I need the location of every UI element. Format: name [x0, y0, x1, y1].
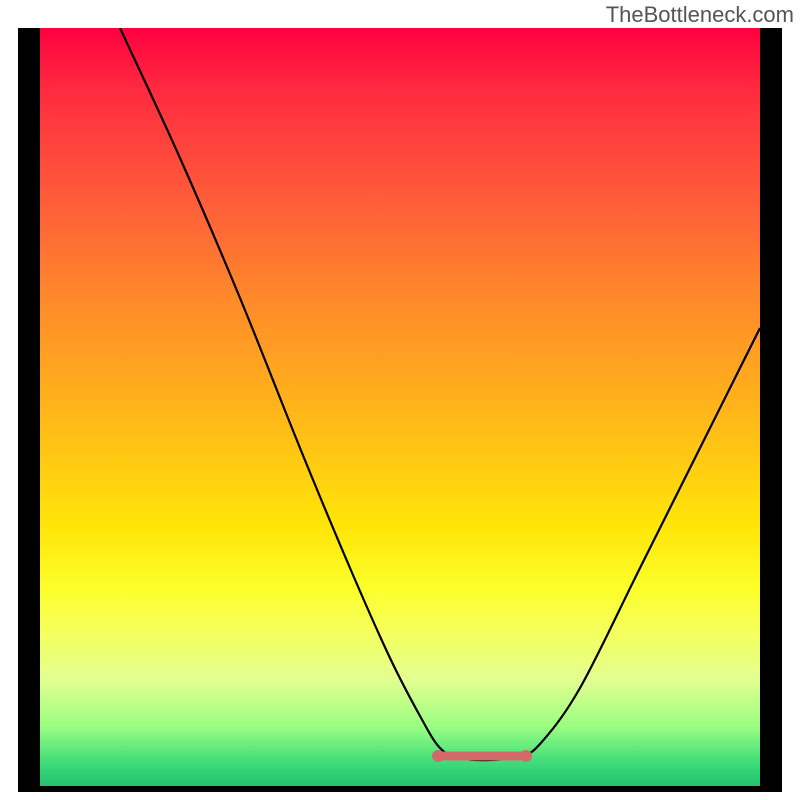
chart-stage: TheBottleneck.com [0, 0, 800, 800]
curve-overlay [40, 28, 760, 786]
flat-start-dot [432, 750, 444, 762]
bottleneck-curve [120, 28, 760, 760]
watermark-text: TheBottleneck.com [606, 2, 794, 28]
plot-frame [18, 28, 782, 792]
flat-end-dot [520, 750, 532, 762]
